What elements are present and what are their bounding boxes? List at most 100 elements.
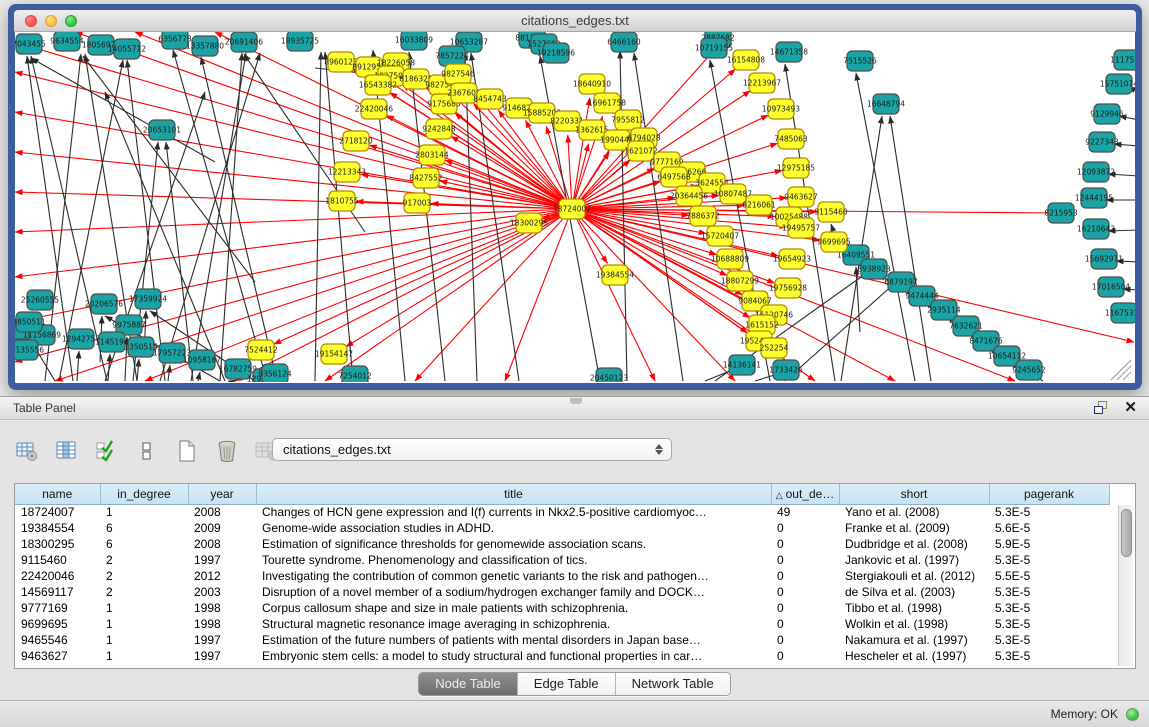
table-cell[interactable]: de Silva et al. (2003) [839, 584, 989, 600]
graph-node[interactable]: 8427552 [409, 168, 443, 188]
graph-node[interactable]: 9634554 [50, 32, 84, 51]
table-cell[interactable]: 1 [100, 600, 188, 616]
table-row[interactable]: 946554611997Estimation of the future num… [15, 632, 1109, 648]
graph-node[interactable]: 917003 [403, 193, 432, 213]
table-cell[interactable]: 5.3E-5 [989, 648, 1109, 664]
node-table[interactable]: namein_degreeyeartitle△out_de…shortpager… [15, 484, 1110, 664]
tab-network-table[interactable]: Network Table [616, 673, 730, 695]
graph-node[interactable]: 16210643 [1077, 219, 1115, 239]
table-cell[interactable]: 1998 [188, 616, 256, 632]
table-cell[interactable]: Genome-wide association studies in ADHD. [256, 520, 771, 536]
graph-node[interactable]: 15692971 [1085, 249, 1123, 269]
column-header-in_degree[interactable]: in_degree [100, 484, 188, 504]
table-cell[interactable]: Yano et al. (2008) [839, 504, 989, 520]
table-cell[interactable]: 9699695 [15, 616, 100, 632]
table-cell[interactable]: 5.3E-5 [989, 600, 1109, 616]
table-settings-icon[interactable] [14, 438, 40, 464]
graph-node[interactable]: 9463627 [784, 187, 818, 207]
graph-node[interactable]: 19154147 [315, 344, 353, 364]
table-cell[interactable]: 0 [771, 600, 839, 616]
table-row[interactable]: 1830029562008Estimation of significance … [15, 536, 1109, 552]
table-cell[interactable]: Dudbridge et al. (2008) [839, 536, 989, 552]
graph-node[interactable]: 10973493 [762, 99, 800, 119]
graph-node[interactable]: 20653101 [143, 120, 181, 140]
table-cell[interactable]: 1997 [188, 632, 256, 648]
table-cell[interactable]: 1 [100, 616, 188, 632]
table-cell[interactable]: 14569117 [15, 584, 100, 600]
graph-node[interactable]: 7515526 [843, 51, 877, 71]
tab-node-table[interactable]: Node Table [419, 673, 518, 695]
table-cell[interactable]: 5.9E-5 [989, 536, 1109, 552]
graph-node[interactable]: 2043455 [15, 34, 46, 54]
table-cell[interactable]: Corpus callosum shape and size in male p… [256, 600, 771, 616]
graph-node[interactable]: 1733426 [769, 360, 803, 380]
graph-node[interactable]: 8215953 [1044, 203, 1078, 223]
table-cell[interactable]: 1997 [188, 648, 256, 664]
graph-node[interactable]: 9242848 [422, 119, 456, 139]
graph-node[interactable]: 10688809 [711, 249, 749, 269]
graph-node[interactable]: 16033809 [395, 32, 433, 50]
table-cell[interactable]: 5.5E-5 [989, 568, 1109, 584]
table-cell[interactable]: 6 [100, 536, 188, 552]
table-cell[interactable]: 9115460 [15, 552, 100, 568]
table-row[interactable]: 1938455462009Genome-wide association stu… [15, 520, 1109, 536]
table-cell[interactable]: 0 [771, 648, 839, 664]
table-cell[interactable]: 0 [771, 552, 839, 568]
table-row[interactable]: 1872400712008Changes of HCN gene express… [15, 504, 1109, 520]
table-cell[interactable]: 2008 [188, 536, 256, 552]
table-cell[interactable]: 19384554 [15, 520, 100, 536]
table-cell[interactable]: 1997 [188, 552, 256, 568]
window-titlebar[interactable]: citations_edges.txt [14, 10, 1136, 32]
attribute-table[interactable]: namein_degreeyeartitle△out_de…shortpager… [14, 483, 1136, 669]
graph-node[interactable]: 12444195 [1075, 188, 1113, 208]
table-cell[interactable]: Franke et al. (2009) [839, 520, 989, 536]
table-cell[interactable]: 1 [100, 504, 188, 520]
table-row[interactable]: 911546021997Tourette syndrome. Phenomeno… [15, 552, 1109, 568]
table-cell[interactable]: 0 [771, 584, 839, 600]
graph-node[interactable]: 9115460 [814, 202, 848, 222]
table-cell[interactable]: 5.6E-5 [989, 520, 1109, 536]
table-cell[interactable]: 5.3E-5 [989, 584, 1109, 600]
column-header-year[interactable]: year [188, 484, 256, 504]
table-cell[interactable]: 5.3E-5 [989, 632, 1109, 648]
network-canvas[interactable]: 2043455963455418056978140557126356778133… [15, 32, 1135, 382]
table-cell[interactable]: Tourette syndrome. Phenomenology and cla… [256, 552, 771, 568]
table-cell[interactable]: Stergiakouli et al. (2012) [839, 568, 989, 584]
graph-node[interactable]: 252254 [760, 338, 789, 358]
splitter-handle[interactable] [570, 398, 582, 404]
table-cell[interactable]: 0 [771, 568, 839, 584]
graph-node[interactable]: 20450123 [590, 368, 628, 382]
column-header-short[interactable]: short [839, 484, 989, 504]
graph-node[interactable]: 12213967 [743, 73, 781, 93]
table-cell[interactable]: 2 [100, 568, 188, 584]
graph-node[interactable]: 18935725 [281, 32, 319, 51]
table-cell[interactable]: 5.3E-5 [989, 616, 1109, 632]
graph-node[interactable]: 9227343 [1085, 132, 1119, 152]
table-selector-dropdown[interactable]: citations_edges.txt [272, 438, 672, 461]
table-cell[interactable]: 2 [100, 584, 188, 600]
float-window-icon[interactable] [1094, 401, 1110, 415]
table-cell[interactable]: 0 [771, 536, 839, 552]
column-header-pagerank[interactable]: pagerank [989, 484, 1109, 504]
table-cell[interactable]: Embryonic stem cells: a model to study s… [256, 648, 771, 664]
table-cell[interactable]: 9777169 [15, 600, 100, 616]
table-cell[interactable]: 5.3E-5 [989, 504, 1109, 520]
table-cell[interactable]: 2003 [188, 584, 256, 600]
table-cell[interactable]: 1998 [188, 600, 256, 616]
graph-node[interactable]: 19756928 [769, 278, 807, 298]
table-cell[interactable]: Hescheler et al. (1997) [839, 648, 989, 664]
table-cell[interactable]: Investigating the contribution of common… [256, 568, 771, 584]
table-cell[interactable]: 2 [100, 552, 188, 568]
table-cell[interactable]: 18724007 [15, 504, 100, 520]
graph-node[interactable]: 16154808 [727, 50, 765, 70]
table-row[interactable]: 946362711997Embryonic stem cells: a mode… [15, 648, 1109, 664]
table-column-icon[interactable] [54, 438, 80, 464]
table-cell[interactable]: 1 [100, 632, 188, 648]
table-cell[interactable]: 6 [100, 520, 188, 536]
close-icon[interactable]: ✕ [1124, 401, 1137, 415]
table-cell[interactable]: 18300295 [15, 536, 100, 552]
graph-node[interactable]: 15751074 [1100, 74, 1135, 94]
graph-node[interactable]: 9129946 [1090, 104, 1124, 124]
graph-node[interactable]: 7886372 [686, 206, 720, 226]
citation-network-graph[interactable]: 2043455963455418056978140557126356778133… [15, 32, 1135, 382]
